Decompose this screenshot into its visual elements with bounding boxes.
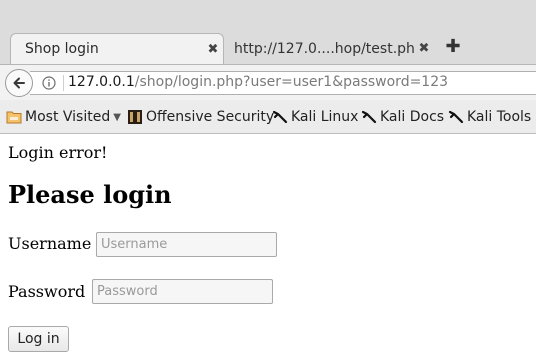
password-field[interactable] — [92, 279, 273, 304]
close-tab-icon[interactable]: ✖ — [414, 41, 434, 56]
folder-icon — [6, 111, 22, 124]
bookmark-kali-tools[interactable]: Kali Tools — [448, 108, 531, 126]
bookmark-label: Most Visited — [25, 109, 111, 125]
url-separator — [63, 75, 64, 91]
info-icon[interactable] — [42, 76, 56, 90]
kali-dragon-icon — [361, 110, 377, 124]
bookmark-offensive-security[interactable]: Offensive Security — [127, 108, 274, 126]
url-bar[interactable]: 127.0.0.1/shop/login.php?user=user1&pass… — [30, 71, 536, 95]
offsec-icon — [128, 110, 142, 124]
kali-dragon-icon — [272, 110, 288, 124]
navigation-bar: 127.0.0.1/shop/login.php?user=user1&pass… — [0, 64, 536, 101]
new-tab-icon[interactable]: ✚ — [443, 37, 463, 57]
tab-strip: Shop login ✖ http://127.0....hop/test.ph… — [0, 0, 536, 64]
tab-shop-login[interactable]: Shop login ✖ — [10, 33, 224, 64]
bookmarks-toolbar: Most Visited ▼ Offensive Security Kali L… — [0, 100, 536, 134]
bookmark-label: Kali Docs — [380, 109, 445, 125]
username-label: Username — [8, 234, 92, 253]
bookmark-label: Offensive Security — [146, 109, 275, 125]
bookmark-label: Kali Linux — [291, 109, 359, 125]
password-label: Password — [8, 282, 86, 301]
tab-label: Shop login — [25, 41, 99, 57]
bookmark-kali-linux[interactable]: Kali Linux — [272, 108, 358, 126]
back-button[interactable] — [5, 69, 33, 97]
tab-label: http://127.0....hop/test.php — [234, 40, 414, 57]
chevron-down-icon: ▼ — [113, 111, 121, 123]
page-content: Login error! Please login Username Passw… — [0, 134, 536, 359]
url-path: /shop/login.php?user=user1&password=123 — [134, 74, 449, 90]
browser-chrome: Shop login ✖ http://127.0....hop/test.ph… — [0, 0, 536, 134]
bookmark-most-visited[interactable]: Most Visited ▼ — [6, 108, 121, 126]
url-text[interactable]: 127.0.0.1/shop/login.php?user=user1&pass… — [68, 74, 448, 90]
username-field[interactable] — [96, 232, 277, 257]
back-arrow-icon — [13, 77, 25, 89]
login-button[interactable]: Log in — [8, 326, 69, 352]
page-title: Please login — [8, 180, 172, 209]
bookmark-kali-docs[interactable]: Kali Docs — [361, 108, 444, 126]
login-error-message: Login error! — [8, 143, 108, 162]
url-host: 127.0.0.1 — [68, 74, 135, 90]
bookmark-label: Kali Tools — [467, 109, 532, 125]
kali-dragon-icon — [448, 110, 464, 124]
close-tab-icon[interactable]: ✖ — [203, 42, 223, 57]
tab-test-php[interactable]: http://127.0....hop/test.php ✖ — [226, 33, 434, 64]
